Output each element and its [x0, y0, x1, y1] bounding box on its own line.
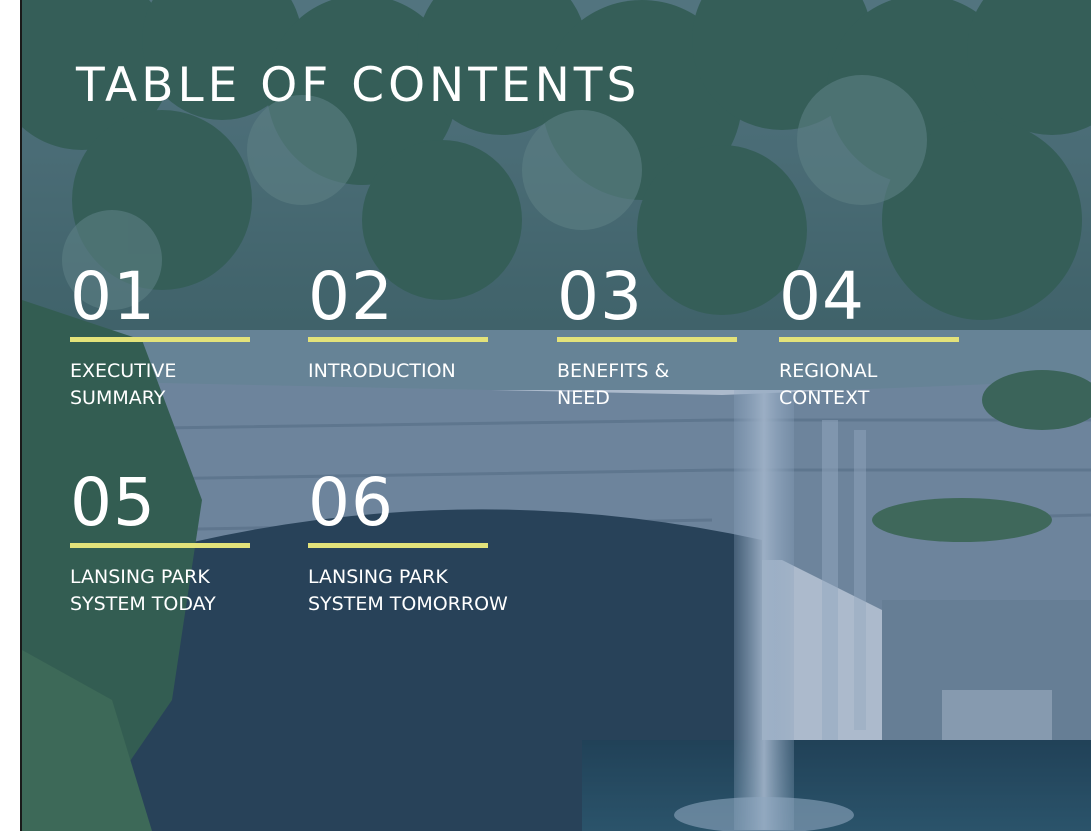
blue-tint-overlay	[22, 0, 1091, 831]
accent-underline	[70, 543, 250, 548]
waterfall-background-photo	[22, 0, 1091, 831]
section-number: 05	[70, 464, 156, 541]
accent-underline	[308, 337, 488, 342]
toc-entry-06[interactable]: 06 LANSING PARK SYSTEM TOMORROW	[308, 470, 598, 618]
section-label: LANSING PARK SYSTEM TODAY	[70, 566, 216, 615]
accent-underline	[779, 337, 959, 342]
section-number: 06	[308, 464, 394, 541]
toc-entry-05[interactable]: 05 LANSING PARK SYSTEM TODAY	[70, 470, 310, 618]
page-title: TABLE OF CONTENTS	[76, 58, 641, 113]
accent-underline	[557, 337, 737, 342]
section-label: REGIONAL CONTEXT	[779, 360, 878, 409]
toc-entry-02[interactable]: 02 INTRODUCTION	[308, 264, 548, 385]
section-number: 01	[70, 258, 156, 335]
section-number: 03	[557, 258, 643, 335]
section-label: LANSING PARK SYSTEM TOMORROW	[308, 566, 508, 615]
toc-entry-01[interactable]: 01 EXECUTIVE SUMMARY	[70, 264, 310, 412]
toc-entry-04[interactable]: 04 REGIONAL CONTEXT	[779, 264, 1019, 412]
toc-entry-03[interactable]: 03 BENEFITS & NEED	[557, 264, 797, 412]
accent-underline	[70, 337, 250, 342]
section-number: 04	[779, 258, 865, 335]
accent-underline	[308, 543, 488, 548]
toc-page: TABLE OF CONTENTS 01 EXECUTIVE SUMMARY 0…	[0, 0, 1091, 831]
section-label: BENEFITS & NEED	[557, 360, 670, 409]
section-label: EXECUTIVE SUMMARY	[70, 360, 177, 409]
section-number: 02	[308, 258, 394, 335]
section-label: INTRODUCTION	[308, 360, 456, 382]
